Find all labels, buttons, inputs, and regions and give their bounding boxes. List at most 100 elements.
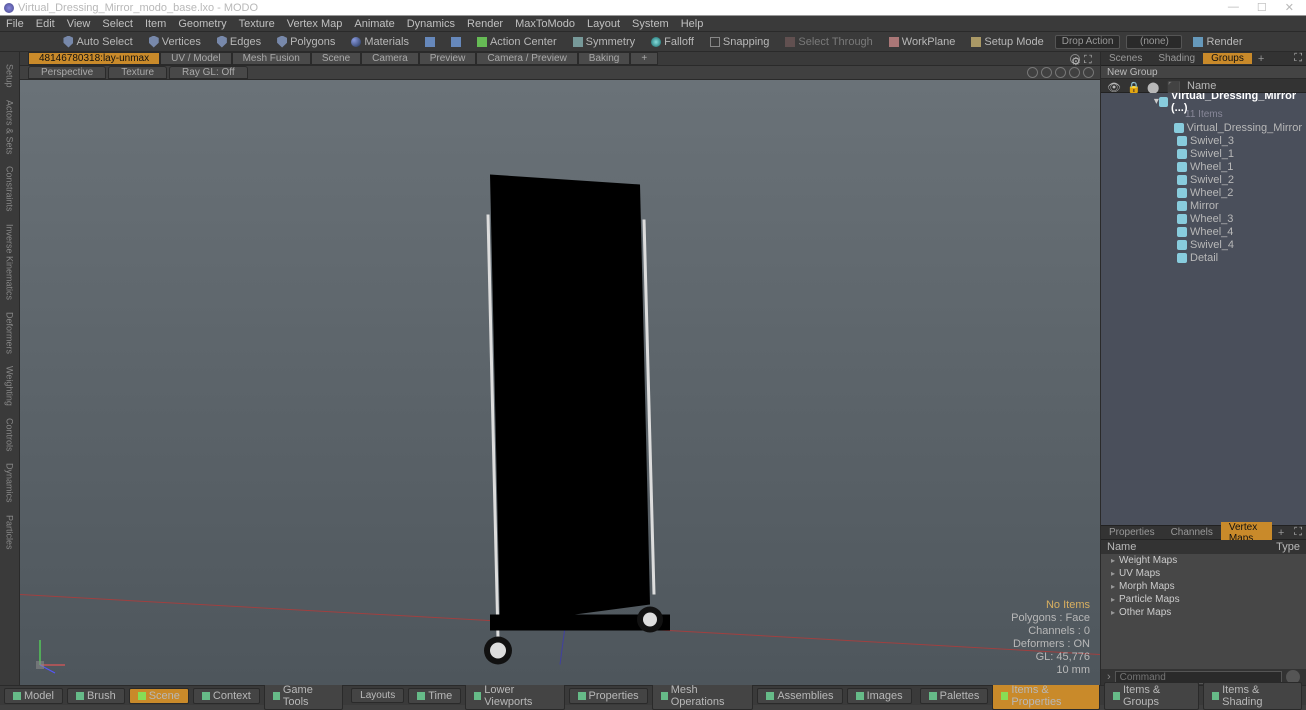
tree-item[interactable]: Mirror <box>1101 199 1306 212</box>
zoom-icon[interactable] <box>1055 67 1066 78</box>
panel-expand-icon[interactable]: ⛶ <box>1290 526 1306 539</box>
bb-itemsgroups[interactable]: Items & Groups <box>1104 682 1199 710</box>
bb-properties[interactable]: Properties <box>569 688 648 704</box>
gear-icon[interactable]: ⚙ <box>1070 54 1080 64</box>
bb-itemsproperties[interactable]: Items & Properties <box>992 682 1100 710</box>
eye-icon[interactable]: 👁 <box>1107 81 1117 91</box>
tab-channels[interactable]: Channels <box>1163 527 1221 538</box>
dropaction-select[interactable]: Drop Action <box>1055 35 1121 49</box>
bb-brush[interactable]: Brush <box>67 688 125 704</box>
selectthrough-button[interactable]: Select Through <box>780 35 877 49</box>
tree-item[interactable]: Wheel_4 <box>1101 225 1306 238</box>
3d-viewport[interactable]: No Items Polygons : Face Channels : 0 De… <box>20 80 1100 685</box>
menu-animate[interactable]: Animate <box>354 18 394 30</box>
menu-view[interactable]: View <box>67 18 91 30</box>
menu-help[interactable]: Help <box>681 18 704 30</box>
render-icon[interactable]: ⬛ <box>1167 81 1177 91</box>
render-button[interactable]: Render <box>1188 35 1247 49</box>
bb-images[interactable]: Images <box>847 688 912 704</box>
bb-meshops[interactable]: Mesh Operations <box>652 682 754 710</box>
sidebar-tab-particles[interactable]: Particles <box>5 511 15 554</box>
scene-tree[interactable]: ▾ Virtual_Dressing_Mirror (...) 11 Items… <box>1101 93 1306 525</box>
subtab-raygl[interactable]: Ray GL: Off <box>169 66 248 79</box>
vp-tab-preview[interactable]: Preview <box>419 52 477 65</box>
tree-item[interactable]: Wheel_3 <box>1101 212 1306 225</box>
menu-render[interactable]: Render <box>467 18 503 30</box>
vp-tab-camera[interactable]: Camera <box>361 52 419 65</box>
bb-palettes[interactable]: Palettes <box>920 688 989 704</box>
record-icon[interactable]: ⬤ <box>1147 81 1157 91</box>
tab-scenes[interactable]: Scenes <box>1101 53 1150 64</box>
polygons-button[interactable]: Polygons <box>272 35 340 49</box>
viewoptions-icon[interactable] <box>1083 67 1094 78</box>
tree-item[interactable]: Swivel_4 <box>1101 238 1306 251</box>
menu-dynamics[interactable]: Dynamics <box>407 18 455 30</box>
sidebar-tab-dynamics[interactable]: Dynamics <box>5 459 15 507</box>
workplane-button[interactable]: WorkPlane <box>884 35 961 49</box>
menu-select[interactable]: Select <box>102 18 133 30</box>
tree-root[interactable]: ▾ Virtual_Dressing_Mirror (...) <box>1101 95 1306 108</box>
sidebar-tab-controls[interactable]: Controls <box>5 414 15 456</box>
lock-icon[interactable]: 🔒 <box>1127 81 1137 91</box>
sidebar-tab-actors[interactable]: Actors & Sets <box>5 96 15 159</box>
subtab-perspective[interactable]: Perspective <box>28 66 106 79</box>
setupmode-button[interactable]: Setup Mode <box>966 35 1048 49</box>
bb-assemblies[interactable]: Assemblies <box>757 688 842 704</box>
list-item[interactable]: Other Maps <box>1101 606 1306 619</box>
edges-button[interactable]: Edges <box>212 35 266 49</box>
tab-shading[interactable]: Shading <box>1150 53 1203 64</box>
list-item[interactable]: Weight Maps <box>1101 554 1306 567</box>
vp-tab-meshfusion[interactable]: Mesh Fusion <box>232 52 311 65</box>
vp-tab-uvmodel[interactable]: UV / Model <box>160 52 231 65</box>
axis-gizmo[interactable] <box>30 635 70 675</box>
sidebar-tab-setup[interactable]: Setup <box>5 60 15 92</box>
sidebar-tab-ik[interactable]: Inverse Kinematics <box>5 220 15 304</box>
snapping-button[interactable]: Snapping <box>705 35 775 49</box>
maximize-button[interactable]: ☐ <box>1257 1 1267 14</box>
menu-geometry[interactable]: Geometry <box>178 18 226 30</box>
new-group-button[interactable]: New Group <box>1101 66 1306 79</box>
list-item[interactable]: UV Maps <box>1101 567 1306 580</box>
menu-edit[interactable]: Edit <box>36 18 55 30</box>
orbit-icon[interactable] <box>1027 67 1038 78</box>
vp-tab-add[interactable]: + <box>630 52 658 65</box>
tree-item[interactable]: Swivel_2 <box>1101 173 1306 186</box>
menu-file[interactable]: File <box>6 18 24 30</box>
item-mode-button[interactable] <box>420 36 440 48</box>
vertices-button[interactable]: Vertices <box>144 35 206 49</box>
bb-itemsshading[interactable]: Items & Shading <box>1203 682 1302 710</box>
vp-tab-baking[interactable]: Baking <box>578 52 631 65</box>
tab-add[interactable]: + <box>1252 53 1270 65</box>
tree-item[interactable]: Swivel_1 <box>1101 147 1306 160</box>
bb-model[interactable]: Model <box>4 688 63 704</box>
sidebar-tab-deformers[interactable]: Deformers <box>5 308 15 358</box>
sidebar-tab-constraints[interactable]: Constraints <box>5 162 15 216</box>
tree-item[interactable]: Detail <box>1101 251 1306 264</box>
minimize-button[interactable]: — <box>1228 1 1239 14</box>
subtab-texture[interactable]: Texture <box>108 66 167 79</box>
bb-gametools[interactable]: Game Tools <box>264 682 343 710</box>
bb-layouts[interactable]: Layouts <box>351 688 404 703</box>
symmetry-button[interactable]: Symmetry <box>568 35 641 49</box>
list-item[interactable]: Particle Maps <box>1101 593 1306 606</box>
pan-icon[interactable] <box>1041 67 1052 78</box>
menu-maxtomodo[interactable]: MaxToModo <box>515 18 575 30</box>
actioncenter-button[interactable]: Action Center <box>472 35 562 49</box>
menu-system[interactable]: System <box>632 18 669 30</box>
pivot-mode-button[interactable] <box>446 36 466 48</box>
expand-icon[interactable]: ⛶ <box>1084 54 1094 64</box>
panel-expand-icon[interactable]: ⛶ <box>1290 52 1306 65</box>
sidebar-tab-weighting[interactable]: Weighting <box>5 362 15 410</box>
tab-groups[interactable]: Groups <box>1203 53 1252 64</box>
menu-vertexmap[interactable]: Vertex Map <box>287 18 343 30</box>
bb-lowerviewports[interactable]: Lower Viewports <box>465 682 564 710</box>
autoselect-button[interactable]: Auto Select <box>58 35 137 49</box>
tree-item[interactable]: Swivel_3 <box>1101 134 1306 147</box>
falloff-button[interactable]: Falloff <box>646 35 699 49</box>
materials-button[interactable]: Materials <box>346 35 414 49</box>
tree-item[interactable]: Wheel_2 <box>1101 186 1306 199</box>
none-select[interactable]: (none) <box>1126 35 1182 49</box>
bb-context[interactable]: Context <box>193 688 260 704</box>
vp-tab-active[interactable]: 48146780318:lay-unmax <box>28 52 160 65</box>
close-button[interactable]: ✕ <box>1285 1 1294 14</box>
